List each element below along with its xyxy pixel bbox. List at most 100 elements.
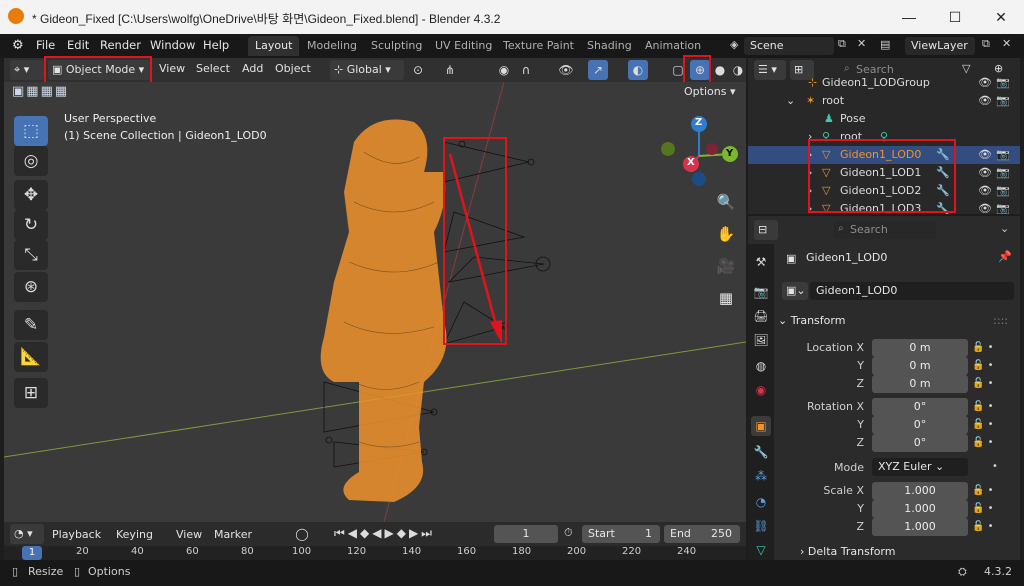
annotate-tool-icon[interactable]: ✎ <box>14 310 48 340</box>
properties-search-input[interactable]: Search <box>834 221 936 239</box>
location-x-field[interactable]: 0 m <box>872 339 968 357</box>
outliner-row[interactable]: ⌄ ✶ root 👁 📷 <box>748 92 1020 110</box>
end-frame-field[interactable]: End 250 <box>664 525 740 543</box>
transform-orientation-dropdown[interactable]: ⊹ Global ▾ <box>330 60 404 80</box>
minimize-button[interactable]: — <box>886 0 932 34</box>
rotation-y-lock-icon[interactable]: 🔓 • <box>972 416 1012 434</box>
overlays-toggle-icon[interactable]: ◐ <box>628 60 648 80</box>
tab-uv-editing[interactable]: UV Editing <box>428 36 499 56</box>
3d-viewport[interactable]: ⬚ ◎ ✥ ↻ ⤡ ⊛ ✎ 📐 ⊞ ▣▦▦▦ User Perspective … <box>4 82 746 522</box>
add-cube-tool-icon[interactable]: ⊞ <box>14 378 48 408</box>
output-tab-icon[interactable]: 🖨 <box>751 306 771 326</box>
scale-tool-icon[interactable]: ⤡ <box>14 240 48 270</box>
current-frame-field[interactable]: 1 <box>494 525 558 543</box>
material-shading-icon[interactable]: ◑ <box>728 60 748 80</box>
tab-layout[interactable]: Layout <box>248 36 300 56</box>
location-x-lock-icon[interactable]: 🔓 • <box>972 339 1012 357</box>
eye-icon[interactable]: 👁 <box>978 92 992 110</box>
camera-render-icon[interactable]: 📷 <box>996 200 1010 214</box>
new-viewlayer-icon[interactable]: ⧉ <box>982 37 990 51</box>
move-tool-icon[interactable]: ✥ <box>14 180 48 210</box>
eye-icon[interactable]: 👁 <box>978 200 992 214</box>
viewlayer-selector[interactable]: ViewLayer <box>905 37 975 55</box>
location-z-field[interactable]: 0 m <box>872 375 968 393</box>
falloff-icon[interactable]: ∩ <box>516 60 536 80</box>
object-browse-button[interactable]: ▣⌄ <box>782 282 808 300</box>
render-tab-icon[interactable]: 📷 <box>751 282 771 302</box>
proportional-edit-icon[interactable]: ◉ <box>494 60 514 80</box>
properties-options-icon[interactable]: ⌄ <box>1000 222 1009 235</box>
tool-tab-icon[interactable]: ⚒ <box>751 252 771 272</box>
stopwatch-icon[interactable]: ⏱ <box>564 526 573 540</box>
select-mode-icons[interactable]: ▣▦▦▦ <box>12 84 102 100</box>
transform-tool-icon[interactable]: ⊛ <box>14 272 48 302</box>
menu-window[interactable]: Window <box>150 38 195 52</box>
current-frame-marker[interactable]: 1 <box>22 546 42 560</box>
camera-render-icon[interactable]: 📷 <box>996 146 1010 164</box>
viewport-options-dropdown[interactable]: Options ▾ <box>680 82 742 102</box>
zoom-icon[interactable]: 🔍 <box>711 187 741 217</box>
scale-x-lock-icon[interactable]: 🔓 • <box>972 482 1012 500</box>
rotation-z-field[interactable]: 0° <box>872 434 968 452</box>
eye-icon[interactable]: 👁 <box>978 146 992 164</box>
pin-icon[interactable]: 📌 <box>998 250 1012 263</box>
location-y-field[interactable]: 0 m <box>872 357 968 375</box>
viewport-menu-select[interactable]: Select <box>196 62 230 75</box>
cursor-tool-icon[interactable]: ◎ <box>14 146 48 176</box>
blender-menu-icon[interactable]: ⚙ <box>12 38 24 53</box>
viewport-menu-add[interactable]: Add <box>242 62 263 75</box>
rotation-y-field[interactable]: 0° <box>872 416 968 434</box>
properties-editor-type-button[interactable]: ⊟ <box>754 220 778 240</box>
object-name-field[interactable]: Gideon1_LOD0 <box>810 282 1014 300</box>
select-box-tool-icon[interactable]: ⬚ <box>14 116 48 146</box>
viewport-menu-object[interactable]: Object <box>275 62 311 75</box>
measure-tool-icon[interactable]: 📐 <box>14 342 48 372</box>
tab-shading[interactable]: Shading <box>580 36 639 56</box>
maximize-button[interactable]: ☐ <box>932 0 978 34</box>
rotation-z-lock-icon[interactable]: 🔓 • <box>972 434 1012 452</box>
camera-render-icon[interactable]: 📷 <box>996 182 1010 200</box>
frame-ruler[interactable]: 1 20 40 60 80 100 120 140 160 180 200 22… <box>4 546 746 560</box>
timeline-editor-type-button[interactable]: ◔ ▾ <box>10 524 44 544</box>
close-button[interactable]: ✕ <box>978 0 1024 34</box>
timeline-menu-view[interactable]: View <box>176 528 202 541</box>
scale-y-lock-icon[interactable]: 🔓 • <box>972 500 1012 518</box>
rotate-tool-icon[interactable]: ↻ <box>14 210 48 240</box>
snap-icon[interactable]: ⋔ <box>440 60 460 80</box>
scale-x-field[interactable]: 1.000 <box>872 482 968 500</box>
playback-controls[interactable]: ⏮◀◆◀▶◆▶⏭ <box>334 526 435 541</box>
outliner-row[interactable]: ♟ Pose <box>748 110 1020 128</box>
scale-y-field[interactable]: 1.000 <box>872 500 968 518</box>
camera-render-icon[interactable]: 📷 <box>996 164 1010 182</box>
transform-panel-header[interactable]: ⌄ Transform:::: <box>778 312 1014 330</box>
eye-icon[interactable]: 👁 <box>978 164 992 182</box>
data-tab-icon[interactable]: ▽ <box>751 540 771 560</box>
outliner-row[interactable]: ⊹ Gideon1_LODGroup 👁 📷 <box>748 74 1020 92</box>
delta-transform-panel-header[interactable]: › Delta Transform <box>800 545 895 558</box>
eye-icon[interactable]: 👁 <box>978 74 992 92</box>
camera-view-icon[interactable]: 🎥 <box>711 251 741 281</box>
pan-hand-icon[interactable]: ✋ <box>711 219 741 249</box>
rotation-x-field[interactable]: 0° <box>872 398 968 416</box>
timeline-menu-playback[interactable]: Playback <box>52 528 101 541</box>
menu-render[interactable]: Render <box>100 38 141 52</box>
visibility-icon[interactable]: 👁 <box>556 60 576 80</box>
editor-type-button[interactable]: ⌖ ▾ <box>10 60 44 80</box>
timeline-menu-marker[interactable]: Marker <box>214 528 252 541</box>
tab-modeling[interactable]: Modeling <box>300 36 364 56</box>
tab-texture-paint[interactable]: Texture Paint <box>496 36 581 56</box>
rotation-x-lock-icon[interactable]: 🔓 • <box>972 398 1012 416</box>
menu-help[interactable]: Help <box>203 38 229 52</box>
scene-selector[interactable]: Scene <box>744 37 834 55</box>
camera-render-icon[interactable]: 📷 <box>996 74 1010 92</box>
new-scene-icon[interactable]: ⧉ <box>838 37 846 51</box>
start-frame-field[interactable]: Start 1 <box>582 525 660 543</box>
viewport-menu-view[interactable]: View <box>159 62 185 75</box>
location-y-lock-icon[interactable]: 🔓 • <box>972 357 1012 375</box>
scale-z-lock-icon[interactable]: 🔓 • <box>972 518 1012 536</box>
grid-view-icon[interactable]: ▦ <box>711 283 741 313</box>
menu-edit[interactable]: Edit <box>67 38 89 52</box>
rotation-mode-dropdown[interactable]: XYZ Euler ⌄ <box>872 458 968 476</box>
delete-scene-icon[interactable]: ✕ <box>857 37 866 50</box>
solid-shading-icon[interactable]: ● <box>710 60 730 80</box>
